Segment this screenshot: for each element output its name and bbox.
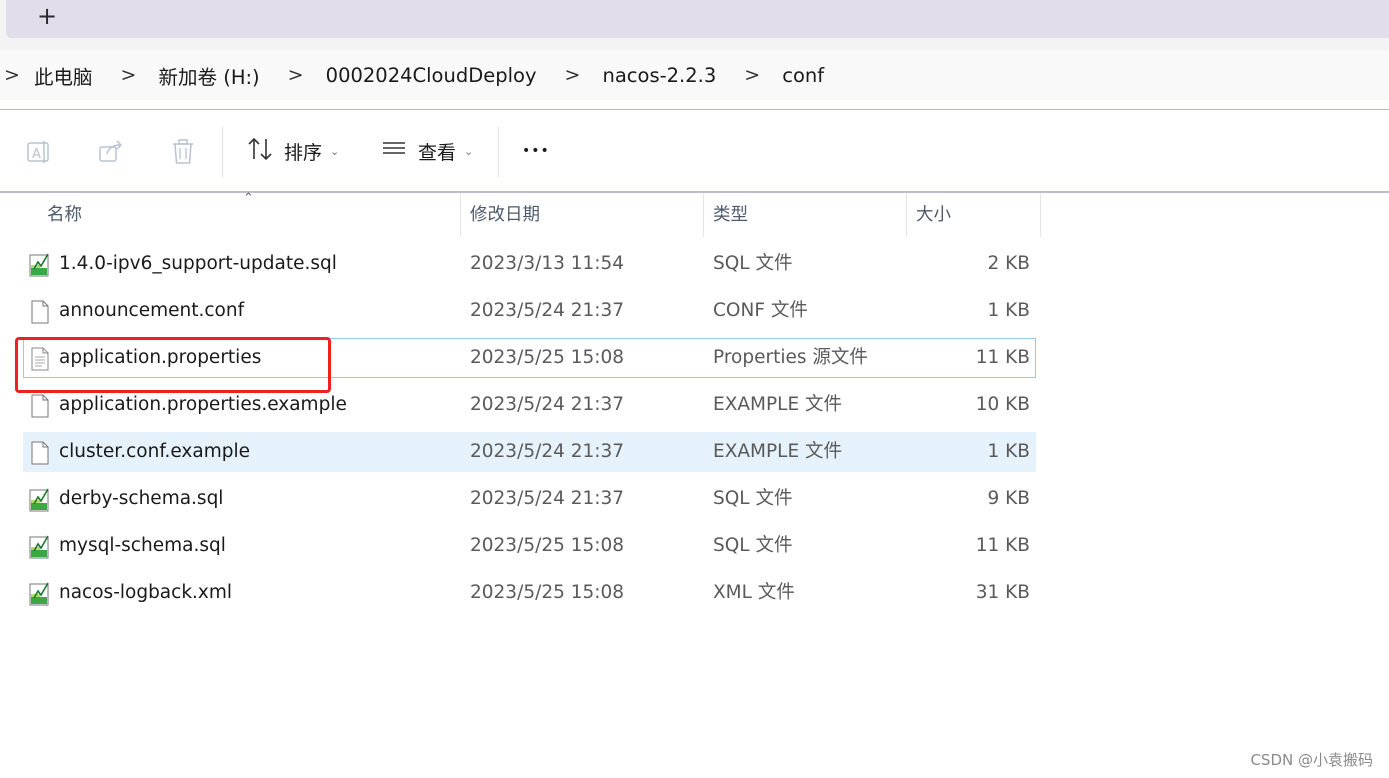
file-date: 2023/3/13 11:54: [470, 253, 625, 274]
file-name: nacos-logback.xml: [59, 582, 233, 603]
file-size: 31 KB: [975, 582, 1030, 603]
file-date: 2023/5/24 21:37: [470, 300, 625, 321]
file-type: XML 文件: [713, 582, 795, 603]
sort-label: 排序: [284, 141, 323, 164]
sql-file-icon: [29, 252, 51, 277]
chevron-right-icon[interactable]: >: [0, 64, 20, 86]
toolbar-divider: [222, 127, 223, 177]
file-row[interactable]: 1.4.0-ipv6_support-update.sql 2023/3/13 …: [23, 244, 1036, 284]
file-name: announcement.conf: [59, 300, 245, 321]
breadcrumb: > 此电脑 > 新加卷 (H:) > 0002024CloudDeploy > …: [0, 50, 844, 100]
file-name: mysql-schema.sql: [59, 535, 226, 556]
file-size: 1 KB: [987, 441, 1030, 462]
sql-file-icon: [29, 581, 51, 606]
file-row[interactable]: announcement.conf 2023/5/24 21:37 CONF 文…: [23, 291, 1036, 331]
file-name: 1.4.0-ipv6_support-update.sql: [59, 253, 337, 274]
file-size: 2 KB: [987, 253, 1030, 274]
file-name: derby-schema.sql: [59, 488, 224, 509]
sql-file-icon: [29, 487, 51, 512]
file-row[interactable]: derby-schema.sql 2023/5/24 21:37 SQL 文件 …: [23, 479, 1036, 519]
sort-ascending-icon: ⌃: [243, 191, 254, 206]
view-button[interactable]: 查看 ⌄: [380, 133, 473, 169]
file-row[interactable]: mysql-schema.sql 2023/5/25 15:08 SQL 文件 …: [23, 526, 1036, 566]
view-label: 查看: [418, 141, 457, 164]
column-header-name[interactable]: 名称: [47, 193, 82, 237]
column-divider[interactable]: [703, 193, 704, 237]
chevron-right-icon[interactable]: >: [557, 64, 587, 86]
toolbar-divider: [498, 127, 499, 177]
file-row[interactable]: cluster.conf.example 2023/5/24 21:37 EXA…: [23, 432, 1036, 472]
breadcrumb-item-nacos[interactable]: nacos-2.2.3: [587, 64, 737, 87]
rename-icon[interactable]: A: [24, 137, 54, 167]
command-bar: A 排序 ⌄ 查看 ⌄ •••: [0, 111, 1389, 191]
divider: [0, 109, 1389, 110]
svg-text:A: A: [32, 147, 41, 162]
file-type: Properties 源文件: [713, 347, 868, 368]
file-size: 11 KB: [975, 347, 1030, 368]
file-type: SQL 文件: [713, 535, 793, 556]
breadcrumb-item-project[interactable]: 0002024CloudDeploy: [310, 64, 557, 87]
column-divider[interactable]: [1040, 193, 1041, 237]
delete-icon[interactable]: [168, 137, 198, 167]
blank-file-icon: [29, 299, 51, 324]
chevron-right-icon[interactable]: >: [280, 64, 310, 86]
address-bar[interactable]: > 此电脑 > 新加卷 (H:) > 0002024CloudDeploy > …: [0, 50, 1389, 100]
breadcrumb-item-drive[interactable]: 新加卷 (H:): [143, 61, 280, 90]
column-header-type[interactable]: 类型: [713, 193, 748, 237]
sort-icon: [246, 135, 274, 167]
file-name: cluster.conf.example: [59, 441, 250, 462]
file-date: 2023/5/24 21:37: [470, 441, 625, 462]
file-type: EXAMPLE 文件: [713, 441, 843, 462]
column-divider[interactable]: [906, 193, 907, 237]
watermark: CSDN @小袁搬码: [1250, 751, 1373, 769]
file-type: CONF 文件: [713, 300, 808, 321]
tab-strip: +: [0, 0, 1389, 50]
file-date: 2023/5/25 15:08: [470, 582, 625, 603]
sql-file-icon: [29, 534, 51, 559]
share-icon[interactable]: [96, 137, 126, 167]
blank-file-icon: [29, 440, 51, 465]
view-icon: [380, 135, 408, 167]
chevron-down-icon: ⌄: [330, 144, 340, 158]
file-date: 2023/5/25 15:08: [470, 535, 625, 556]
breadcrumb-item-conf[interactable]: conf: [766, 64, 844, 87]
breadcrumb-item-this-pc[interactable]: 此电脑: [18, 61, 113, 90]
file-date: 2023/5/24 21:37: [470, 488, 625, 509]
column-header-date[interactable]: 修改日期: [470, 193, 540, 237]
file-size: 10 KB: [975, 394, 1030, 415]
chevron-right-icon[interactable]: >: [113, 64, 143, 86]
file-date: 2023/5/24 21:37: [470, 394, 625, 415]
blank-file-icon: [29, 393, 51, 418]
file-type: SQL 文件: [713, 253, 793, 274]
file-size: 9 KB: [987, 488, 1030, 509]
file-type: EXAMPLE 文件: [713, 394, 843, 415]
annotation-highlight-box: [15, 337, 331, 393]
column-header-row: ⌃ 名称 修改日期 类型 大小: [0, 191, 1041, 237]
tab-bar: +: [6, 0, 1389, 38]
chevron-right-icon[interactable]: >: [736, 64, 766, 86]
column-divider[interactable]: [460, 193, 461, 237]
more-icon[interactable]: •••: [522, 133, 550, 169]
new-tab-button[interactable]: +: [34, 2, 60, 30]
file-row[interactable]: nacos-logback.xml 2023/5/25 15:08 XML 文件…: [23, 573, 1036, 613]
file-size: 11 KB: [975, 535, 1030, 556]
file-type: SQL 文件: [713, 488, 793, 509]
file-size: 1 KB: [987, 300, 1030, 321]
chevron-down-icon: ⌄: [464, 144, 474, 158]
column-header-size[interactable]: 大小: [916, 193, 951, 237]
file-date: 2023/5/25 15:08: [470, 347, 625, 368]
sort-button[interactable]: 排序 ⌄: [246, 133, 339, 169]
